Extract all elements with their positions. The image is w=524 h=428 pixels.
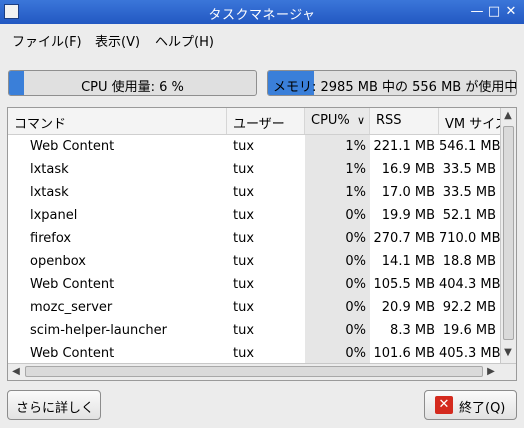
- scroll-left-arrow-icon[interactable]: ◀: [9, 365, 23, 379]
- table-row[interactable]: lxtask tux 1% 17.0 MB 33.5 MB: [8, 181, 500, 204]
- cell-rss: 105.5 MB: [373, 277, 435, 292]
- memory-usage-label: メモリ: 2985 MB 中の 556 MB が使用中: [273, 80, 517, 95]
- menu-view[interactable]: 表示(V): [95, 31, 140, 50]
- table-row[interactable]: Web Content tux 0% 101.6 MB 405.3 MB: [8, 342, 500, 363]
- cell-user: tux: [233, 208, 255, 223]
- more-details-label: さらに詳しく: [16, 401, 95, 416]
- cell-cpu: 0%: [305, 319, 370, 342]
- cell-cpu: 1%: [305, 158, 370, 181]
- cell-user: tux: [233, 139, 255, 154]
- cell-vm: 405.3 MB: [439, 346, 500, 361]
- vertical-scroll-thumb[interactable]: [503, 126, 514, 340]
- cell-vm: 710.0 MB: [439, 231, 500, 246]
- cell-vm: 33.5 MB: [442, 162, 496, 177]
- menu-file[interactable]: ファイル(F): [12, 31, 82, 50]
- cell-user: tux: [233, 323, 255, 338]
- cell-command: lxtask: [30, 162, 69, 177]
- cell-rss: 17.0 MB: [381, 185, 435, 200]
- cell-rss: 8.3 MB: [390, 323, 435, 338]
- cpu-usage-label: CPU 使用量: 6 %: [81, 80, 184, 95]
- column-header-command[interactable]: コマンド: [8, 108, 227, 134]
- cell-cpu: 1%: [305, 135, 370, 158]
- cell-command: openbox: [30, 254, 86, 269]
- table-row[interactable]: firefox tux 0% 270.7 MB 710.0 MB: [8, 227, 500, 250]
- horizontal-scrollbar[interactable]: ◀ ▶: [8, 363, 516, 380]
- cell-cpu: 0%: [305, 204, 370, 227]
- cell-command: Web Content: [30, 277, 115, 292]
- cell-command: lxtask: [30, 185, 69, 200]
- scroll-up-arrow-icon[interactable]: ▲: [501, 109, 515, 123]
- process-table: コマンド ユーザー CPU% ∨ RSS VM サイズ Web Content t…: [7, 107, 517, 381]
- cell-command: firefox: [30, 231, 72, 246]
- cell-cpu: 0%: [305, 296, 370, 319]
- memory-usage-meter: メモリ: 2985 MB 中の 556 MB が使用中: [267, 70, 517, 96]
- process-list: Web Content tux 1% 221.1 MB 546.1 MB lxtask tu…: [8, 135, 500, 363]
- cell-rss: 221.1 MB: [373, 139, 435, 154]
- column-header-vm-size[interactable]: VM サイズ: [439, 108, 500, 134]
- table-row[interactable]: Web Content tux 1% 221.1 MB 546.1 MB: [8, 135, 500, 158]
- vertical-scrollbar[interactable]: ▲ ▼: [500, 108, 516, 363]
- table-row[interactable]: scim-helper-launcher tux 0% 8.3 MB 19.6 MB: [8, 319, 500, 342]
- column-header-cpu[interactable]: CPU% ∨: [305, 108, 370, 134]
- cell-cpu: 1%: [305, 181, 370, 204]
- cell-rss: 101.6 MB: [373, 346, 435, 361]
- table-header: コマンド ユーザー CPU% ∨ RSS VM サイズ: [8, 108, 500, 135]
- window-title: タスクマネージャ: [208, 8, 316, 23]
- cpu-usage-meter: CPU 使用量: 6 %: [8, 70, 257, 96]
- cell-rss: 14.1 MB: [381, 254, 435, 269]
- cell-user: tux: [233, 277, 255, 292]
- column-header-rss[interactable]: RSS: [370, 108, 439, 134]
- table-row[interactable]: Web Content tux 0% 105.5 MB 404.3 MB: [8, 273, 500, 296]
- cell-cpu: 0%: [305, 342, 370, 363]
- cell-command: Web Content: [30, 139, 115, 154]
- minimize-button[interactable]: —: [469, 4, 485, 20]
- column-header-user[interactable]: ユーザー: [227, 108, 305, 134]
- quit-label: 終了(Q): [459, 401, 506, 416]
- table-row[interactable]: openbox tux 0% 14.1 MB 18.8 MB: [8, 250, 500, 273]
- cell-cpu: 0%: [305, 227, 370, 250]
- cell-vm: 19.6 MB: [442, 323, 496, 338]
- horizontal-scroll-thumb[interactable]: [25, 366, 483, 377]
- cell-vm: 52.1 MB: [442, 208, 496, 223]
- table-row[interactable]: lxtask tux 1% 16.9 MB 33.5 MB: [8, 158, 500, 181]
- cell-rss: 16.9 MB: [381, 162, 435, 177]
- cell-command: scim-helper-launcher: [30, 323, 167, 338]
- cell-user: tux: [233, 300, 255, 315]
- cell-user: tux: [233, 162, 255, 177]
- task-manager-window: タスクマネージャ — □ ✕ ファイル(F) 表示(V) ヘルプ(H) CPU …: [0, 0, 524, 428]
- cell-user: tux: [233, 231, 255, 246]
- sort-descending-icon: ∨: [356, 114, 365, 127]
- cell-rss: 270.7 MB: [373, 231, 435, 246]
- maximize-button[interactable]: □: [486, 4, 502, 20]
- menu-bar: ファイル(F) 表示(V) ヘルプ(H): [0, 28, 524, 52]
- scroll-right-arrow-icon[interactable]: ▶: [484, 365, 498, 379]
- cell-cpu: 0%: [305, 250, 370, 273]
- menu-help[interactable]: ヘルプ(H): [155, 31, 214, 50]
- scroll-down-arrow-icon[interactable]: ▼: [501, 346, 515, 360]
- cell-user: tux: [233, 185, 255, 200]
- cell-command: mozc_server: [30, 300, 113, 315]
- more-details-button[interactable]: さらに詳しく: [7, 390, 101, 420]
- cell-cpu: 0%: [305, 273, 370, 296]
- cell-vm: 33.5 MB: [442, 185, 496, 200]
- cell-user: tux: [233, 254, 255, 269]
- cell-vm: 546.1 MB: [439, 139, 500, 154]
- cell-command: Web Content: [30, 346, 115, 361]
- cell-rss: 19.9 MB: [381, 208, 435, 223]
- cell-command: lxpanel: [30, 208, 78, 223]
- cell-rss: 20.9 MB: [381, 300, 435, 315]
- table-row[interactable]: mozc_server tux 0% 20.9 MB 92.2 MB: [8, 296, 500, 319]
- cell-user: tux: [233, 346, 255, 361]
- cell-vm: 18.8 MB: [442, 254, 496, 269]
- cell-vm: 92.2 MB: [442, 300, 496, 315]
- table-row[interactable]: lxpanel tux 0% 19.9 MB 52.1 MB: [8, 204, 500, 227]
- quit-button[interactable]: ✕ 終了(Q): [424, 390, 517, 420]
- close-window-button[interactable]: ✕: [503, 4, 519, 20]
- quit-icon: ✕: [435, 396, 453, 414]
- column-header-cpu-label: CPU%: [311, 113, 350, 128]
- title-bar[interactable]: タスクマネージャ — □ ✕: [0, 0, 524, 24]
- cell-vm: 404.3 MB: [439, 277, 500, 292]
